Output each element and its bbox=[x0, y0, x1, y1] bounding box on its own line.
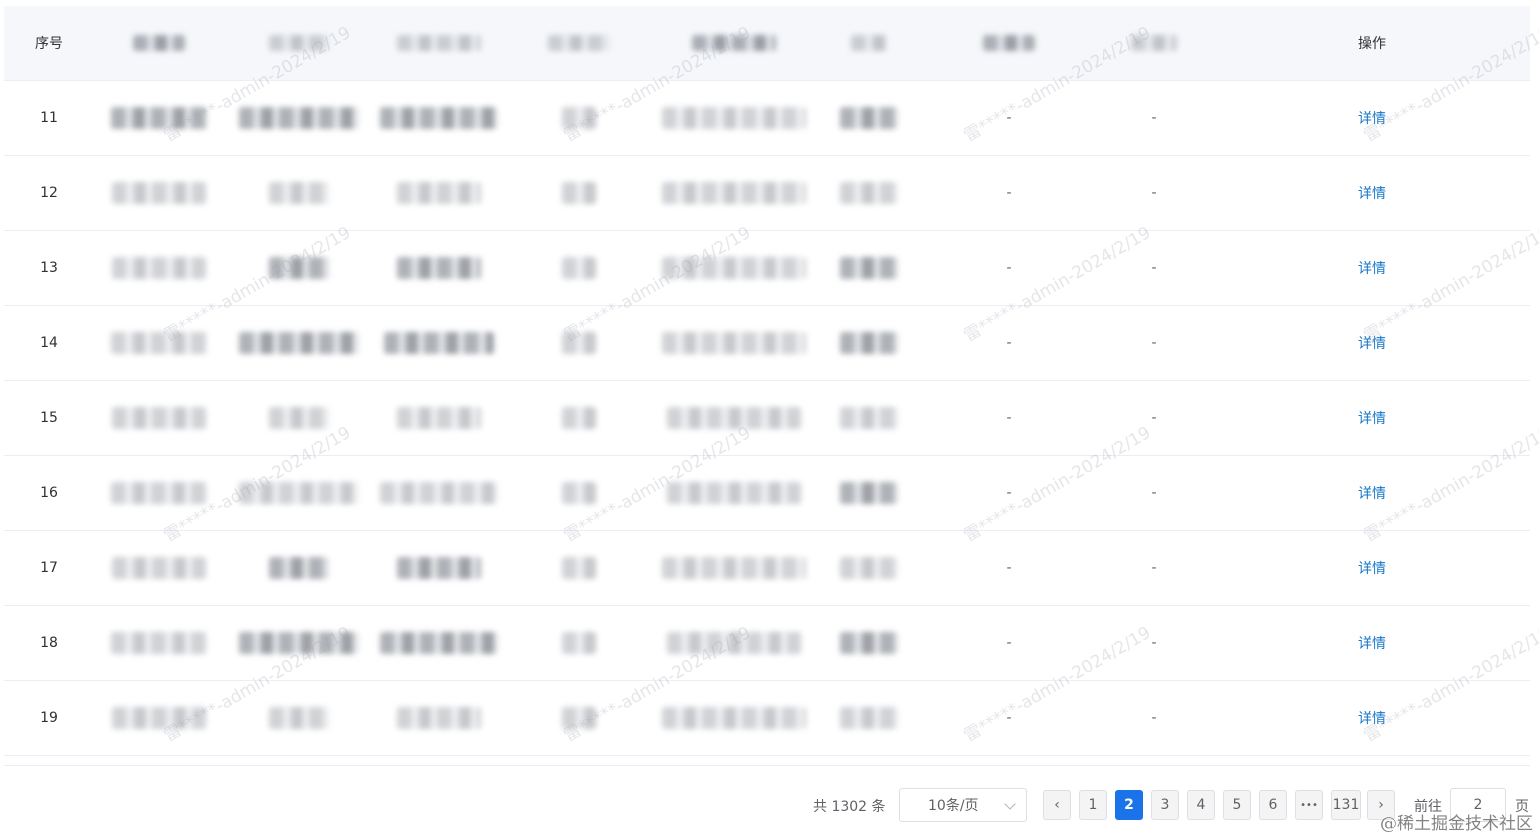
table-row: 15 - - 详情 bbox=[4, 381, 1530, 456]
page-button-3[interactable]: 3 bbox=[1151, 790, 1179, 820]
page-button-6[interactable]: 6 bbox=[1259, 790, 1287, 820]
total-count: 共 1302 条 bbox=[813, 799, 886, 815]
header-col-7 bbox=[924, 6, 1094, 80]
detail-link[interactable]: 详情 bbox=[1358, 633, 1386, 653]
table-header: 序号 操作 bbox=[4, 6, 1530, 81]
page-size-select[interactable]: 10条/页 bbox=[899, 788, 1027, 822]
row-col-8: - bbox=[1151, 185, 1157, 201]
table-row: 13 - - 详情 bbox=[4, 231, 1530, 306]
row-index: 16 bbox=[40, 485, 58, 501]
row-index: 15 bbox=[40, 410, 58, 426]
row-col-8: - bbox=[1151, 110, 1157, 126]
row-col-7: - bbox=[1006, 710, 1012, 726]
row-col-7: - bbox=[1006, 110, 1012, 126]
data-table: 序号 操作 11 - - 详情 12 - - 详情 13 - - 详情 14 -… bbox=[4, 6, 1530, 756]
row-col-8: - bbox=[1151, 560, 1157, 576]
header-col-3 bbox=[374, 6, 504, 80]
table-row: 16 - - 详情 bbox=[4, 456, 1530, 531]
row-index: 11 bbox=[40, 110, 58, 126]
row-col-7: - bbox=[1006, 185, 1012, 201]
page-button-1[interactable]: 1 bbox=[1079, 790, 1107, 820]
row-col-8: - bbox=[1151, 710, 1157, 726]
row-index: 12 bbox=[40, 185, 58, 201]
detail-link[interactable]: 详情 bbox=[1358, 558, 1386, 578]
page-size-value: 10条/页 bbox=[928, 798, 979, 814]
source-credit: @稀土掘金技术社区 bbox=[1380, 814, 1533, 834]
row-col-7: - bbox=[1006, 635, 1012, 651]
pagination: 共 1302 条 10条/页 ‹ 1 2 3 4 5 6 ••• 131 › 前… bbox=[0, 788, 1539, 822]
header-col-4 bbox=[504, 6, 654, 80]
row-col-7: - bbox=[1006, 260, 1012, 276]
page-button-131[interactable]: 131 bbox=[1331, 790, 1361, 820]
row-col-8: - bbox=[1151, 335, 1157, 351]
table-row: 18 - - 详情 bbox=[4, 606, 1530, 681]
row-col-8: - bbox=[1151, 635, 1157, 651]
page-button-2[interactable]: 2 bbox=[1115, 790, 1143, 820]
detail-link[interactable]: 详情 bbox=[1358, 408, 1386, 428]
header-col-2 bbox=[224, 6, 374, 80]
header-col-5 bbox=[654, 6, 814, 80]
row-col-7: - bbox=[1006, 485, 1012, 501]
table-bottom-divider bbox=[4, 765, 1530, 766]
detail-link[interactable]: 详情 bbox=[1358, 708, 1386, 728]
row-col-8: - bbox=[1151, 410, 1157, 426]
header-action: 操作 bbox=[1214, 6, 1530, 80]
row-col-7: - bbox=[1006, 560, 1012, 576]
detail-link[interactable]: 详情 bbox=[1358, 183, 1386, 203]
table-row: 14 - - 详情 bbox=[4, 306, 1530, 381]
page-button-4[interactable]: 4 bbox=[1187, 790, 1215, 820]
row-col-7: - bbox=[1006, 335, 1012, 351]
page-button-5[interactable]: 5 bbox=[1223, 790, 1251, 820]
table-row: 12 - - 详情 bbox=[4, 156, 1530, 231]
row-index: 18 bbox=[40, 635, 58, 651]
detail-link[interactable]: 详情 bbox=[1358, 108, 1386, 128]
header-col-8 bbox=[1094, 6, 1214, 80]
chevron-left-icon: ‹ bbox=[1054, 797, 1060, 813]
table-row: 17 - - 详情 bbox=[4, 531, 1530, 606]
row-index: 14 bbox=[40, 335, 58, 351]
table-row: 11 - - 详情 bbox=[4, 81, 1530, 156]
detail-link[interactable]: 详情 bbox=[1358, 258, 1386, 278]
header-col-6 bbox=[814, 6, 924, 80]
header-action-label: 操作 bbox=[1358, 36, 1386, 52]
row-col-8: - bbox=[1151, 260, 1157, 276]
detail-link[interactable]: 详情 bbox=[1358, 483, 1386, 503]
more-pages-button[interactable]: ••• bbox=[1295, 790, 1323, 820]
detail-link[interactable]: 详情 bbox=[1358, 333, 1386, 353]
row-index: 17 bbox=[40, 560, 58, 576]
header-col-1 bbox=[94, 6, 224, 80]
row-col-8: - bbox=[1151, 485, 1157, 501]
row-index: 13 bbox=[40, 260, 58, 276]
prev-page-button[interactable]: ‹ bbox=[1043, 790, 1071, 820]
chevron-down-icon bbox=[1004, 798, 1016, 810]
row-col-7: - bbox=[1006, 410, 1012, 426]
header-index: 序号 bbox=[35, 36, 63, 52]
table-row: 19 - - 详情 bbox=[4, 681, 1530, 756]
row-index: 19 bbox=[40, 710, 58, 726]
